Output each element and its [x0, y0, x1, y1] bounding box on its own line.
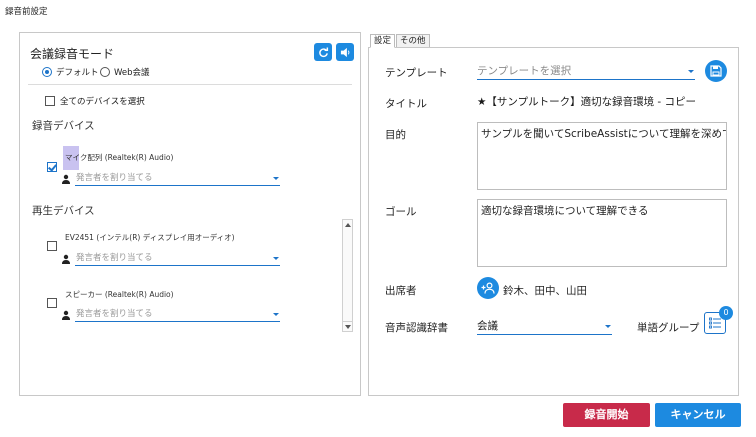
- speaker-assign-select[interactable]: 発言者を割り当てる: [75, 171, 280, 186]
- word-group-count-badge: 0: [719, 306, 733, 320]
- attendees-label: 出席者: [385, 285, 417, 297]
- speaker-icon: [340, 47, 349, 57]
- playback-devices-title: 再生デバイス: [32, 205, 95, 217]
- radio-web-label: Web会議: [114, 68, 150, 78]
- recording-mode-label: 会議録音モード: [30, 47, 115, 61]
- device-scrollbar[interactable]: [342, 219, 353, 331]
- scrollbar-track: [344, 232, 351, 292]
- chevron-down-icon: [344, 324, 351, 329]
- goal-label: ゴール: [385, 206, 417, 218]
- title-field[interactable]: ★【サンプルトーク】適切な録音環境 - コピー: [477, 94, 727, 111]
- chevron-down-icon: [273, 177, 279, 180]
- cancel-button[interactable]: キャンセル: [655, 403, 741, 427]
- template-select[interactable]: テンプレートを選択: [477, 63, 695, 80]
- divider: [28, 84, 352, 85]
- template-placeholder: テンプレートを選択: [477, 65, 572, 77]
- radio-default[interactable]: デフォルト: [42, 66, 99, 78]
- person-icon: [62, 174, 70, 184]
- refresh-icon: [318, 47, 328, 57]
- select-all-devices[interactable]: 全てのデバイスを選択: [45, 95, 145, 107]
- radio-web-indicator[interactable]: [100, 67, 110, 77]
- recording-device-checkbox[interactable]: [47, 162, 57, 172]
- recording-device-name: マイク配列 (Realtek(R) Audio): [65, 153, 174, 162]
- speaker-assign-select[interactable]: 発言者を割り当てる: [75, 307, 280, 322]
- device-panel: 会議録音モード デフォルト Web会議 全てのデバイスを選択 録音デバイス マイ…: [19, 32, 361, 396]
- playback-device-checkbox[interactable]: [47, 241, 57, 251]
- assign-placeholder: 発言者を割り当てる: [76, 173, 153, 183]
- template-label: テンプレート: [385, 67, 448, 79]
- radio-web-meeting[interactable]: Web会議: [100, 66, 150, 78]
- speaker-assign-select[interactable]: 発言者を割り当てる: [75, 251, 280, 266]
- attendees-list: 鈴木、田中、山田: [503, 285, 587, 297]
- playback-device-name: スピーカー (Realtek(R) Audio): [65, 290, 174, 299]
- chevron-down-icon: [688, 70, 694, 73]
- dictionary-select[interactable]: 会議: [477, 318, 612, 335]
- chevron-down-icon: [273, 313, 279, 316]
- select-all-checkbox[interactable]: [45, 96, 55, 106]
- add-attendee-button[interactable]: [477, 277, 499, 299]
- refresh-button[interactable]: [314, 43, 332, 61]
- window-title: 録音前設定: [5, 7, 48, 17]
- scroll-down-arrow[interactable]: [342, 321, 353, 332]
- playback-device-assign[interactable]: 発言者を割り当てる: [61, 307, 280, 322]
- assign-placeholder: 発言者を割り当てる: [76, 309, 153, 319]
- playback-device-assign[interactable]: 発言者を割り当てる: [61, 251, 280, 266]
- person-icon: [62, 254, 70, 264]
- assign-placeholder: 発言者を割り当てる: [76, 253, 153, 263]
- settings-panel: テンプレート テンプレートを選択 タイトル ★【サンプルトーク】適切な録音環境 …: [368, 47, 739, 396]
- speaker-button[interactable]: [336, 43, 354, 61]
- playback-device-name: EV2451 (インテル(R) ディスプレイ用オーディオ): [65, 233, 235, 242]
- person-icon: [62, 310, 70, 320]
- tab-settings[interactable]: 設定: [370, 34, 396, 48]
- radio-default-label: デフォルト: [56, 68, 99, 78]
- dictionary-value: 会議: [477, 320, 498, 332]
- dictionary-label: 音声認識辞書: [385, 322, 448, 334]
- recording-device-assign[interactable]: 発言者を割り当てる: [61, 171, 280, 186]
- goal-textarea[interactable]: 適切な録音環境について理解できる: [477, 199, 727, 267]
- save-template-button[interactable]: [705, 60, 727, 82]
- chevron-down-icon: [273, 257, 279, 260]
- radio-default-indicator[interactable]: [42, 67, 52, 77]
- word-group-label: 単語グループ: [637, 322, 700, 334]
- save-icon: [710, 65, 722, 77]
- chevron-up-icon: [345, 223, 351, 227]
- purpose-textarea[interactable]: サンプルを聞いてScribeAssistについて理解を深めてもら: [477, 122, 727, 190]
- chevron-down-icon: [605, 325, 611, 328]
- add-person-icon: [481, 282, 495, 294]
- purpose-label: 目的: [385, 129, 406, 141]
- scroll-up-arrow[interactable]: [344, 221, 352, 229]
- start-recording-button[interactable]: 録音開始: [563, 403, 650, 427]
- select-all-label: 全てのデバイスを選択: [60, 97, 145, 107]
- title-label: タイトル: [385, 98, 427, 110]
- recording-devices-title: 録音デバイス: [32, 120, 95, 132]
- list-icon: [708, 317, 721, 329]
- playback-device-checkbox[interactable]: [47, 298, 57, 308]
- tab-other[interactable]: その他: [396, 34, 430, 48]
